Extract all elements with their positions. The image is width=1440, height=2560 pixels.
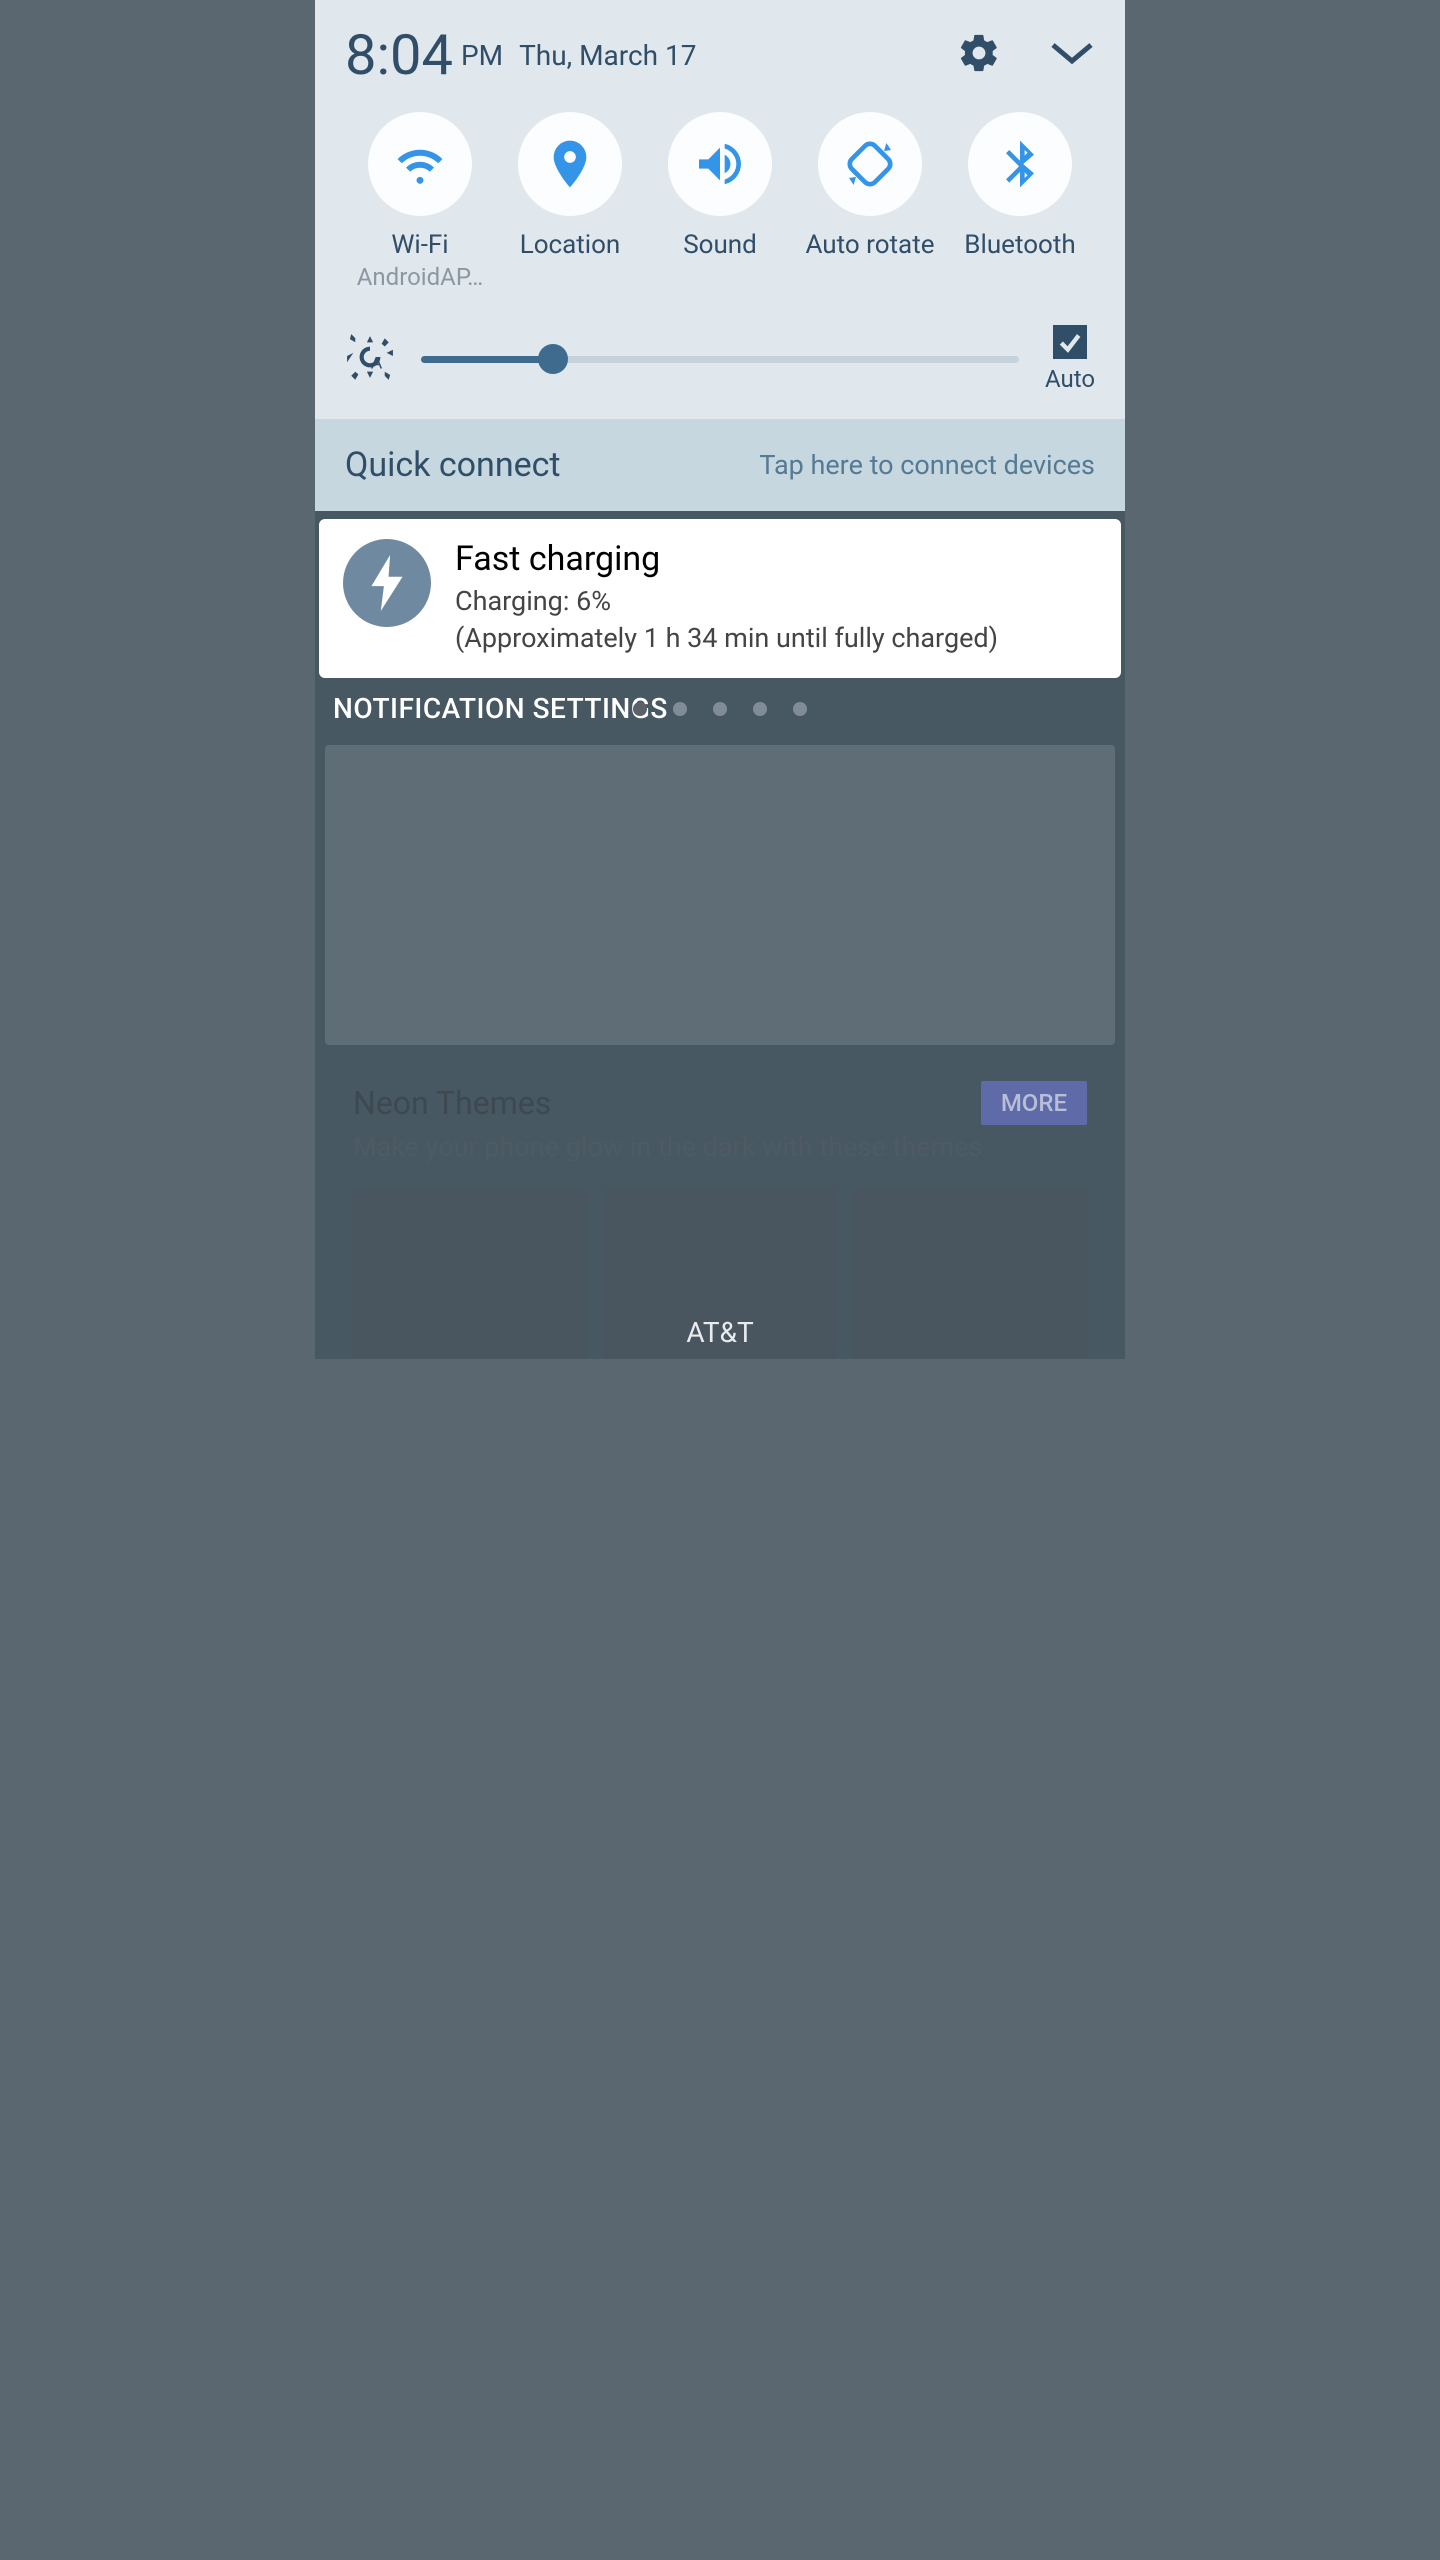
tile-wifi[interactable]: Wi-Fi AndroidAP…: [345, 112, 495, 291]
page-dot: [633, 702, 647, 716]
tile-label: Location: [520, 230, 621, 261]
clock-date: Thu, March 17: [519, 39, 957, 72]
sound-icon: [668, 112, 772, 216]
page-dot: [753, 702, 767, 716]
tile-location[interactable]: Location: [495, 112, 645, 291]
tile-bluetooth[interactable]: Bluetooth: [945, 112, 1095, 291]
notification-title: Fast charging: [455, 539, 998, 579]
tile-label: Auto rotate: [805, 230, 934, 261]
notification-line1: Charging: 6%: [455, 583, 998, 619]
notification-settings-bar[interactable]: NOTIFICATION SETTINGS: [319, 678, 1121, 731]
themes-subtitle: Make your phone glow in the dark with th…: [353, 1131, 1087, 1163]
slider-thumb[interactable]: [538, 344, 568, 374]
quick-connect-hint: Tap here to connect devices: [759, 449, 1095, 481]
brightness-slider[interactable]: [421, 339, 1019, 379]
notification-shade-header: 8:04 PM Thu, March 17 Wi-Fi AndroidAP… L…: [315, 0, 1125, 419]
clock-ampm: PM: [461, 39, 503, 72]
wifi-icon: [368, 112, 472, 216]
auto-brightness-icon[interactable]: A: [345, 332, 395, 386]
tile-sublabel: AndroidAP…: [357, 263, 483, 291]
tile-label: Bluetooth: [964, 230, 1075, 261]
page-dot: [793, 702, 807, 716]
quick-connect-title: Quick connect: [345, 445, 561, 485]
status-actions: [957, 31, 1095, 79]
svg-text:A: A: [371, 354, 383, 373]
home-screen-dimmed: Neon Themes MORE Make your phone glow in…: [319, 731, 1121, 1359]
tile-sound[interactable]: Sound: [645, 112, 795, 291]
tile-auto-rotate[interactable]: Auto rotate: [795, 112, 945, 291]
checkbox-checked-icon: [1053, 325, 1087, 359]
theme-tile[interactable]: [853, 1189, 1087, 1359]
tile-label: Wi-Fi: [391, 230, 448, 261]
notification-card-charging[interactable]: Fast charging Charging: 6% (Approximatel…: [319, 519, 1121, 678]
brightness-auto-toggle[interactable]: Auto: [1045, 325, 1095, 393]
gear-icon[interactable]: [957, 31, 1001, 79]
bluetooth-icon: [968, 112, 1072, 216]
theme-tile[interactable]: [353, 1189, 587, 1359]
page-dot: [673, 702, 687, 716]
notification-settings-label: NOTIFICATION SETTINGS: [333, 692, 668, 725]
lightning-icon: [343, 539, 431, 627]
themes-section: Neon Themes MORE Make your phone glow in…: [319, 1045, 1121, 1359]
auto-rotate-icon: [818, 112, 922, 216]
brightness-row: A Auto: [345, 303, 1095, 419]
notifications-area: Fast charging Charging: 6% (Approximatel…: [315, 511, 1125, 1359]
page-indicator: [633, 702, 807, 716]
themes-title: Neon Themes: [353, 1084, 551, 1122]
page-dot: [713, 702, 727, 716]
notification-text: Fast charging Charging: 6% (Approximatel…: [455, 539, 998, 656]
themes-header: Neon Themes MORE: [353, 1081, 1087, 1125]
chevron-down-icon[interactable]: [1049, 39, 1095, 71]
status-row: 8:04 PM Thu, March 17: [345, 0, 1095, 106]
location-icon: [518, 112, 622, 216]
brightness-auto-label: Auto: [1045, 365, 1095, 393]
carrier-label: AT&T: [686, 1316, 753, 1349]
clock-time: 8:04: [345, 22, 453, 88]
slider-fill: [421, 356, 553, 363]
quick-settings-tiles: Wi-Fi AndroidAP… Location Sound Auto rot…: [345, 106, 1095, 303]
quick-connect-bar[interactable]: Quick connect Tap here to connect device…: [315, 419, 1125, 511]
more-button[interactable]: MORE: [981, 1081, 1087, 1125]
widget-placeholder: [325, 745, 1115, 1045]
tile-label: Sound: [683, 230, 757, 261]
notification-line2: (Approximately 1 h 34 min until fully ch…: [455, 620, 998, 656]
